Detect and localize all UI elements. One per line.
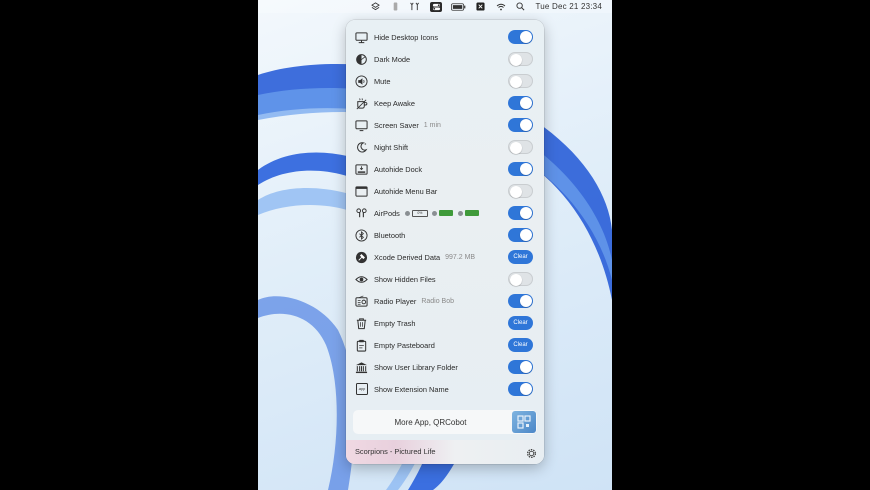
display-icon	[355, 31, 368, 44]
radio-station: Radio Bob	[421, 297, 455, 305]
case-dot	[404, 210, 410, 216]
more-app-button[interactable]: More App, QRCobot	[353, 410, 537, 434]
row-keep-awake: Keep Awake	[353, 92, 539, 114]
mute-toggle[interactable]	[508, 74, 533, 88]
trash-icon	[355, 317, 368, 330]
show-user-library-folder-toggle[interactable]	[508, 360, 533, 374]
row-label: Empty Trash	[374, 318, 416, 328]
autohide-menu-bar-toggle[interactable]	[508, 184, 533, 198]
row-autohide-dock: Autohide Dock	[353, 158, 539, 180]
gear-icon[interactable]	[526, 446, 537, 459]
speaker-icon	[355, 74, 368, 88]
row-label: Mute	[374, 76, 391, 86]
left-dot	[431, 210, 437, 216]
row-show-user-library-folder: Show User Library Folder	[353, 356, 539, 378]
battery-icon[interactable]	[451, 2, 466, 11]
app-icon[interactable]	[475, 2, 486, 11]
case-battery: 0%	[411, 209, 428, 217]
row-night-shift: Night Shift	[353, 136, 539, 158]
search-icon[interactable]	[515, 2, 526, 11]
airpods-toggle[interactable]	[508, 206, 533, 220]
screen-saver-delay: 1 min	[423, 121, 441, 129]
more-app-label: More App, QRCobot	[394, 417, 467, 427]
empty-trash-button[interactable]: Clear	[508, 316, 533, 330]
autohide-dock-toggle[interactable]	[508, 162, 533, 176]
row-label: Dark Mode	[374, 54, 411, 64]
row-label: Show Extension Name	[374, 384, 449, 394]
bluetooth-toggle[interactable]	[508, 228, 533, 242]
eye-icon	[355, 273, 368, 286]
row-label: Xcode Derived Data	[374, 252, 441, 262]
quick-settings-panel: Hide Desktop Icons Dark Mode Mute Keep A…	[346, 20, 544, 464]
show-hidden-files-toggle[interactable]	[508, 272, 533, 286]
row-label: Show Hidden Files	[374, 274, 436, 284]
menu-bar: Tue Dec 21 23:34	[258, 0, 612, 13]
row-xcode-derived-data: Xcode Derived Data 997.2 MB Clear	[353, 246, 539, 268]
toggles-icon[interactable]	[430, 1, 443, 12]
hammer-icon	[355, 251, 368, 264]
show-extension-name-toggle[interactable]	[508, 382, 533, 396]
phone-icon[interactable]	[390, 2, 401, 11]
clipboard-icon	[355, 339, 368, 352]
qr-code-icon	[512, 411, 536, 433]
hide-desktop-icons-toggle[interactable]	[508, 30, 533, 44]
menubar-icon	[355, 185, 368, 198]
keep-awake-toggle[interactable]	[508, 96, 533, 110]
dock-icon	[355, 163, 368, 176]
moon-icon	[355, 141, 368, 154]
coffee-icon	[355, 97, 368, 110]
row-label: Autohide Dock	[374, 164, 423, 174]
row-label: Radio Player	[374, 296, 417, 306]
row-screen-saver: Screen Saver 1 min	[353, 114, 539, 136]
airpods-icon	[355, 207, 368, 220]
radio-player-toggle[interactable]	[508, 294, 533, 308]
antenna-icon[interactable]	[410, 2, 421, 11]
row-label: Empty Pasteboard	[374, 340, 435, 350]
row-empty-pasteboard: Empty Pasteboard Clear	[353, 334, 539, 356]
radio-icon	[355, 295, 368, 308]
dark-mode-icon	[355, 53, 368, 66]
screen-saver-toggle[interactable]	[508, 118, 533, 132]
row-label: Hide Desktop Icons	[374, 32, 439, 42]
row-airpods: AirPods 0%	[353, 202, 539, 224]
row-radio-player: Radio Player Radio Bob	[353, 290, 539, 312]
extension-icon: .app	[355, 383, 368, 396]
bluetooth-icon	[355, 228, 368, 242]
row-label: Night Shift	[374, 142, 409, 152]
now-playing-title: Scorpions - Pictured Life	[355, 447, 436, 456]
right-dot	[457, 210, 463, 216]
layers-icon[interactable]	[370, 2, 381, 11]
derived-data-size: 997.2 MB	[445, 253, 476, 261]
row-autohide-menu-bar: Autohide Menu Bar	[353, 180, 539, 202]
row-label: Show User Library Folder	[374, 362, 458, 372]
right-battery-bar	[464, 210, 479, 216]
row-empty-trash: Empty Trash Clear	[353, 312, 539, 334]
library-icon	[355, 361, 368, 374]
night-shift-toggle[interactable]	[508, 140, 533, 154]
empty-pasteboard-button[interactable]: Clear	[508, 338, 533, 352]
row-label: Bluetooth	[374, 230, 406, 240]
monitor-icon	[355, 119, 368, 132]
wifi-icon[interactable]	[495, 2, 506, 11]
airpods-battery-status: 0%	[404, 209, 482, 217]
row-show-hidden-files: Show Hidden Files	[353, 268, 539, 290]
row-label: Screen Saver	[374, 120, 419, 130]
clear-derived-data-button[interactable]: Clear	[508, 250, 533, 264]
row-label: Autohide Menu Bar	[374, 186, 438, 196]
dark-mode-toggle[interactable]	[508, 52, 533, 66]
row-dark-mode: Dark Mode	[353, 48, 539, 70]
now-playing-bar: Scorpions - Pictured Life	[346, 440, 544, 464]
left-battery-bar	[438, 210, 453, 216]
row-bluetooth: Bluetooth	[353, 224, 539, 246]
row-hide-desktop-icons: Hide Desktop Icons	[353, 26, 539, 48]
menubar-clock[interactable]: Tue Dec 21 23:34	[535, 2, 602, 11]
row-label: Keep Awake	[374, 98, 415, 108]
row-label: AirPods	[374, 208, 400, 218]
extension-icon-text: .app	[355, 383, 368, 395]
row-show-extension-name: .app Show Extension Name	[353, 378, 539, 400]
row-mute: Mute	[353, 70, 539, 92]
